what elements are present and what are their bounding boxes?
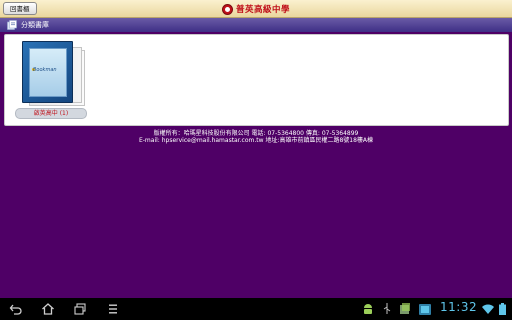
app-notification-icon [419,304,431,315]
folder-icon [7,20,17,30]
usb-icon [383,303,391,314]
system-navigation-bar: 11:32 [0,298,512,320]
book-label[interactable]: 啟英高中 (1) [15,108,87,119]
battery-icon [499,303,506,315]
book-item[interactable]: Bookman 啟英高中 (1) [15,39,89,123]
android-debug-icon [364,304,372,314]
school-brand: 普英高級中學 [222,2,290,16]
back-icon[interactable] [9,302,23,316]
menu-icon[interactable] [106,302,120,316]
book-cover-brand: Bookman [33,67,57,73]
school-name: 普英高級中學 [236,5,291,15]
back-to-bookshelf-button[interactable]: 回書櫃 [3,2,37,15]
bookshelf-panel: Bookman 啟英高中 (1) [4,34,509,126]
top-bar: 回書櫃 普英高級中學 [0,0,512,18]
category-title: 分類書庫 [21,21,49,29]
recent-apps-icon[interactable] [73,302,87,316]
system-clock: 11:32 [440,300,478,314]
screenshot-icon [400,303,410,314]
book-cover[interactable]: Bookman [22,41,73,103]
school-logo-icon [222,3,233,15]
category-bar: 分類書庫 [0,18,512,32]
book-cover-art: Bookman [29,48,67,97]
contact-line: E-mail: hpservice@mail.hamastar.com.tw 地… [138,137,374,144]
wifi-icon [482,304,494,314]
home-icon[interactable] [41,302,55,316]
